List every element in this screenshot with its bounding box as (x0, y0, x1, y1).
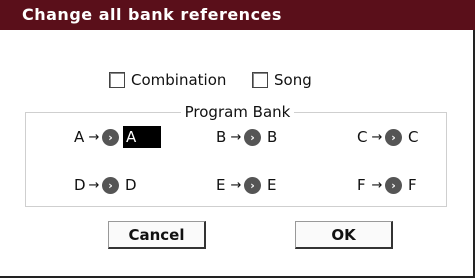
target-bank-field[interactable]: D (123, 176, 139, 194)
bank-mapping-c: C → › C (357, 126, 420, 148)
value-knob-icon[interactable]: › (385, 176, 402, 194)
dialog-title: Change all bank references (22, 5, 282, 24)
source-bank: A (74, 128, 85, 146)
title-bar: Change all bank references (0, 0, 475, 30)
bank-mapping-f: F → › F (357, 174, 419, 196)
arrow-right-icon: → (230, 129, 242, 145)
arrow-right-icon: → (371, 177, 383, 193)
target-options: Combination Song (0, 69, 475, 91)
bank-mapping-d: D → › D (74, 174, 139, 196)
program-bank-label: Program Bank (180, 103, 295, 121)
cancel-button[interactable]: Cancel (108, 221, 206, 249)
value-knob-icon[interactable]: › (244, 128, 261, 146)
song-label: Song (274, 71, 312, 89)
value-knob-icon[interactable]: › (385, 128, 402, 146)
bank-mapping-a: A → › A (74, 126, 161, 148)
arrow-right-icon: → (371, 129, 383, 145)
checkbox-icon[interactable] (252, 72, 268, 88)
arrow-right-icon: → (88, 129, 100, 145)
target-bank-field[interactable]: F (406, 176, 419, 194)
combination-checkbox[interactable]: Combination (109, 71, 226, 89)
value-knob-icon[interactable]: › (102, 176, 119, 194)
change-bank-references-dialog: Change all bank references Combination S… (0, 0, 475, 278)
bank-mapping-b: B → › B (216, 126, 279, 148)
target-bank-field[interactable]: B (265, 128, 279, 146)
song-checkbox[interactable]: Song (252, 71, 312, 89)
checkbox-icon[interactable] (109, 72, 125, 88)
source-bank: C (357, 128, 368, 146)
source-bank: F (357, 176, 366, 194)
bank-mapping-e: E → › E (216, 174, 278, 196)
target-bank-field[interactable]: C (406, 128, 420, 146)
source-bank: B (216, 128, 227, 146)
arrow-right-icon: → (88, 177, 100, 193)
source-bank: E (216, 176, 226, 194)
target-bank-field[interactable]: E (265, 176, 278, 194)
ok-button[interactable]: OK (295, 221, 393, 249)
combination-label: Combination (131, 71, 227, 89)
value-knob-icon[interactable]: › (102, 128, 119, 146)
source-bank: D (74, 176, 86, 194)
program-bank-label-wrap: Program Bank (0, 103, 475, 121)
target-bank-field[interactable]: A (123, 126, 161, 148)
arrow-right-icon: → (230, 177, 242, 193)
value-knob-icon[interactable]: › (244, 176, 261, 194)
